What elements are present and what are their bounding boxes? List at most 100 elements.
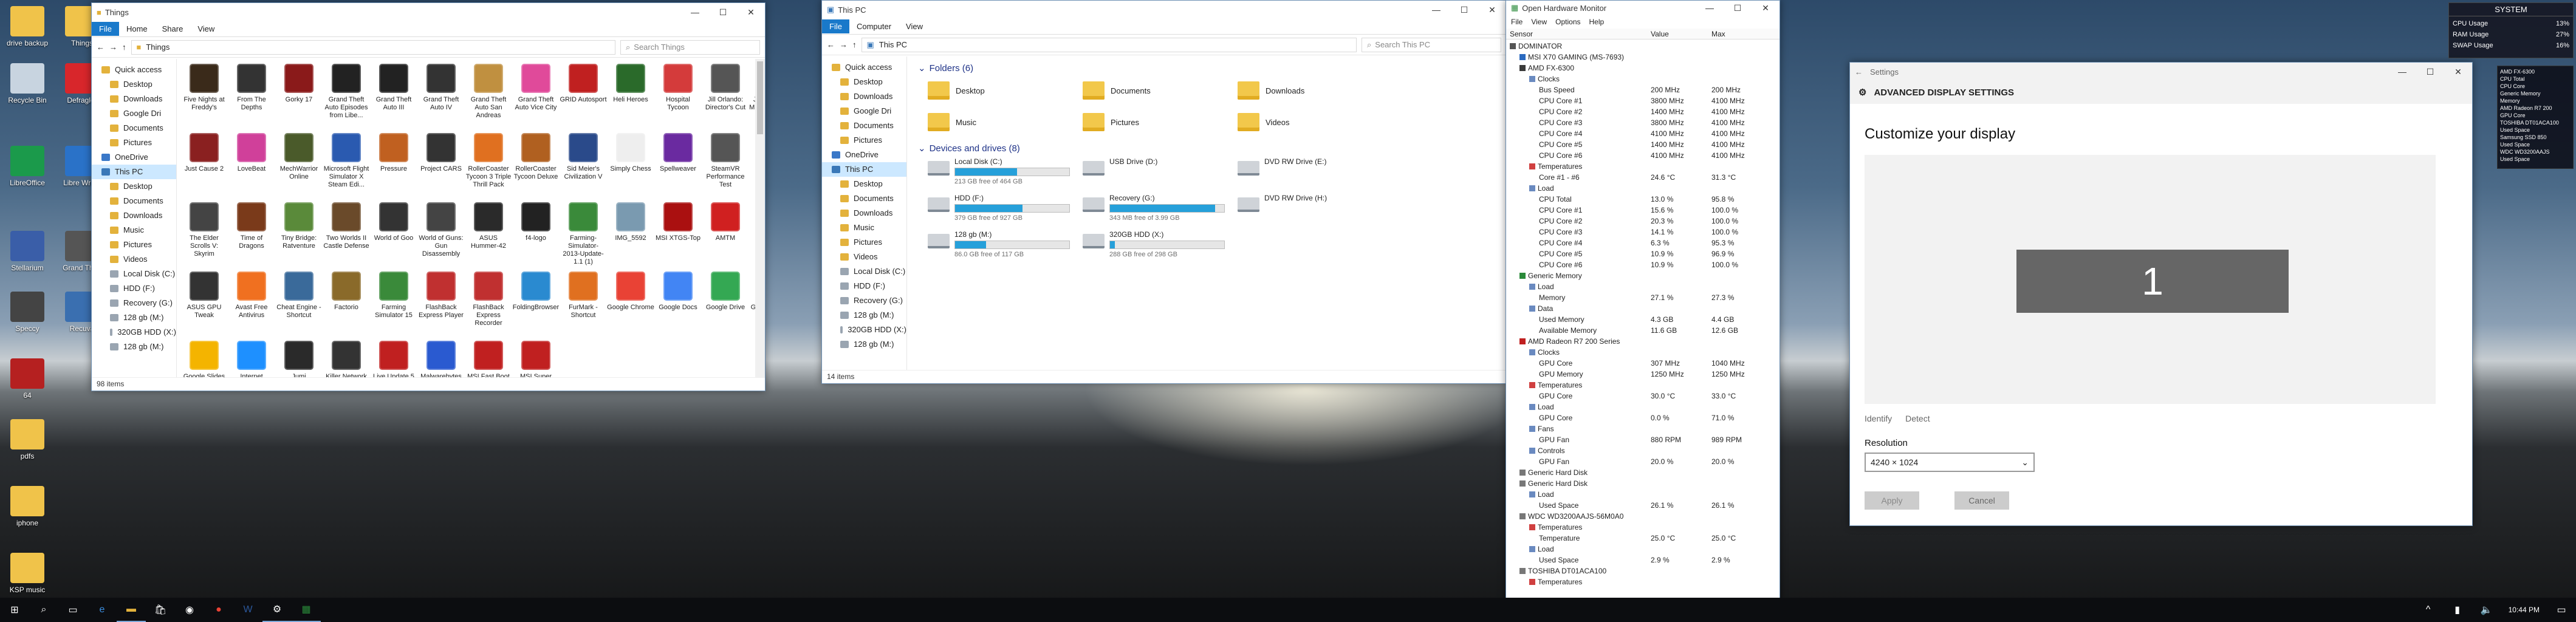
file-item[interactable]: FoldingBrowser: [512, 269, 560, 337]
nav-item[interactable]: Pictures: [92, 238, 176, 252]
drive-item[interactable]: 128 gb (M:) 86.0 GB free of 117 GB: [928, 230, 1083, 264]
tab-file[interactable]: File: [92, 22, 119, 36]
header-max[interactable]: Max: [1711, 29, 1766, 39]
sensor-row[interactable]: Bus Speed 200 MHz 200 MHz: [1510, 84, 1780, 95]
file-item[interactable]: Google Chrome: [607, 269, 654, 337]
file-item[interactable]: IMG_5592: [607, 200, 654, 268]
start-button[interactable]: ⊞: [0, 598, 29, 622]
nav-item[interactable]: Documents: [822, 191, 906, 206]
tab-computer[interactable]: Computer: [849, 19, 899, 33]
sensor-row[interactable]: Memory 27.1 % 27.3 %: [1510, 292, 1780, 303]
search-input[interactable]: ⌕ Search This PC: [1362, 37, 1501, 52]
file-item[interactable]: Sid Meier's Civilization V: [560, 131, 607, 199]
drive-item[interactable]: DVD RW Drive (H:): [1238, 194, 1392, 228]
address-bar[interactable]: ■ Things: [131, 39, 615, 55]
menu-item-view[interactable]: View: [1531, 18, 1547, 26]
close-button[interactable]: ✕: [2444, 63, 2472, 81]
title-bar[interactable]: ▦ Open Hardware Monitor — ☐ ✕: [1506, 1, 1780, 15]
sensor-row[interactable]: Load: [1510, 402, 1780, 412]
identify-link[interactable]: Identify: [1865, 414, 1892, 423]
sensor-row[interactable]: Temperatures: [1510, 576, 1780, 587]
task-view-button[interactable]: ▭: [58, 598, 87, 622]
file-item[interactable]: Five Nights at Freddy's: [180, 61, 228, 129]
cancel-button[interactable]: Cancel: [1954, 491, 2009, 510]
file-item[interactable]: RollerCoaster Tycoon Deluxe: [512, 131, 560, 199]
sensor-row[interactable]: CPU Core #3 14.1 % 100.0 %: [1510, 227, 1780, 238]
sensor-row[interactable]: Load: [1510, 544, 1780, 555]
sensor-row[interactable]: GPU Core 30.0 °C 33.0 °C: [1510, 391, 1780, 402]
sensor-row[interactable]: Load: [1510, 281, 1780, 292]
drive-item[interactable]: DVD RW Drive (E:): [1238, 157, 1392, 191]
folders-section-header[interactable]: ⌄ Folders (6): [913, 59, 1506, 77]
menu-item-file[interactable]: File: [1511, 18, 1523, 26]
sensor-row[interactable]: Used Memory 4.3 GB 4.4 GB: [1510, 314, 1780, 325]
nav-item[interactable]: Pictures: [822, 133, 906, 148]
file-item[interactable]: FurMark - Shortcut: [560, 269, 607, 337]
network-icon[interactable]: ▮: [2443, 598, 2472, 622]
sensor-row[interactable]: GPU Fan 880 RPM 989 RPM: [1510, 434, 1780, 445]
file-item[interactable]: Grand Theft Auto IV: [417, 61, 465, 129]
file-item[interactable]: FlashBack Express Recorder: [465, 269, 512, 337]
file-item[interactable]: LoveBeat: [228, 131, 275, 199]
search-button[interactable]: ⌕: [29, 598, 58, 622]
sensor-row[interactable]: AMD FX-6300: [1510, 63, 1780, 73]
file-item[interactable]: Google Docs: [654, 269, 702, 337]
tray-up-icon[interactable]: ^: [2414, 598, 2443, 622]
up-icon[interactable]: ↑: [852, 40, 857, 49]
nav-item[interactable]: Downloads: [92, 208, 176, 223]
sensor-row[interactable]: GPU Fan 20.0 % 20.0 %: [1510, 456, 1780, 467]
resolution-dropdown[interactable]: 4240 × 1024 ⌄: [1865, 453, 2035, 472]
file-item[interactable]: FlashBack Express Player: [417, 269, 465, 337]
file-item[interactable]: Grand Theft Auto Episodes from Libe...: [323, 61, 370, 129]
nav-item[interactable]: Pictures: [822, 235, 906, 250]
sensor-row[interactable]: Generic Hard Disk: [1510, 478, 1780, 489]
file-item[interactable]: World of Guns: Gun Disassembly: [417, 200, 465, 268]
minimize-button[interactable]: —: [681, 3, 709, 21]
sensor-row[interactable]: Temperatures: [1510, 522, 1780, 533]
nav-item[interactable]: 320GB HDD (X:): [92, 325, 176, 340]
taskbar-app-chrome[interactable]: ●: [204, 598, 233, 622]
desktop-icon[interactable]: pdfs: [0, 419, 55, 460]
tab-view[interactable]: View: [899, 19, 930, 33]
minimize-button[interactable]: —: [1422, 1, 1450, 19]
file-item[interactable]: MSI XTGS-Top: [654, 200, 702, 268]
sensor-row[interactable]: GPU Core 0.0 % 71.0 %: [1510, 412, 1780, 423]
folder-item[interactable]: Music: [928, 109, 1083, 135]
nav-item[interactable]: Desktop: [822, 177, 906, 191]
taskbar-app-word[interactable]: W: [233, 598, 262, 622]
maximize-button[interactable]: ☐: [2416, 63, 2444, 81]
sensor-row[interactable]: Clocks: [1510, 347, 1780, 358]
minimize-button[interactable]: —: [1696, 1, 1724, 15]
file-item[interactable]: Jill Orlando: Director's Cut: [702, 61, 749, 129]
sensor-row[interactable]: CPU Core #1 3800 MHz 4100 MHz: [1510, 95, 1780, 106]
nav-item[interactable]: Desktop: [92, 179, 176, 194]
file-item[interactable]: Two Worlds II Castle Defense: [323, 200, 370, 268]
back-icon[interactable]: ←: [97, 43, 104, 52]
sensor-row[interactable]: Load: [1510, 183, 1780, 194]
sensor-row[interactable]: CPU Core #5 10.9 % 96.9 %: [1510, 248, 1780, 259]
close-button[interactable]: ✕: [1478, 1, 1506, 19]
drive-item[interactable]: Local Disk (C:) 213 GB free of 464 GB: [928, 157, 1083, 191]
nav-item[interactable]: Downloads: [92, 92, 176, 106]
nav-item[interactable]: This PC: [822, 162, 906, 177]
sensor-row[interactable]: Used Space 26.1 % 26.1 %: [1510, 500, 1780, 511]
taskbar-app-ohm[interactable]: ▦: [292, 598, 321, 622]
file-item[interactable]: Tiny Bridge: Ratventure: [275, 200, 323, 268]
folder-item[interactable]: Videos: [1238, 109, 1392, 135]
menu-item-help[interactable]: Help: [1589, 18, 1605, 26]
monitor-tile[interactable]: 1: [2016, 250, 2289, 313]
forward-icon[interactable]: →: [109, 43, 117, 52]
search-input[interactable]: ⌕ Search Things: [620, 39, 760, 55]
header-value[interactable]: Value: [1651, 29, 1711, 39]
tab-share[interactable]: Share: [155, 22, 191, 36]
minimize-button[interactable]: —: [2388, 63, 2416, 81]
drive-item[interactable]: Recovery (G:) 343 MB free of 3.99 GB: [1083, 194, 1238, 228]
sensor-row[interactable]: Core #1 - #6 24.6 °C 31.3 °C: [1510, 172, 1780, 183]
tab-home[interactable]: Home: [119, 22, 155, 36]
sensor-row[interactable]: Load: [1510, 489, 1780, 500]
nav-item[interactable]: 128 gb (M:): [92, 340, 176, 354]
nav-item[interactable]: Quick access: [92, 63, 176, 77]
nav-item[interactable]: Pictures: [92, 135, 176, 150]
sensor-row[interactable]: CPU Core #1 15.6 % 100.0 %: [1510, 205, 1780, 216]
sensor-row[interactable]: Generic Memory: [1510, 270, 1780, 281]
